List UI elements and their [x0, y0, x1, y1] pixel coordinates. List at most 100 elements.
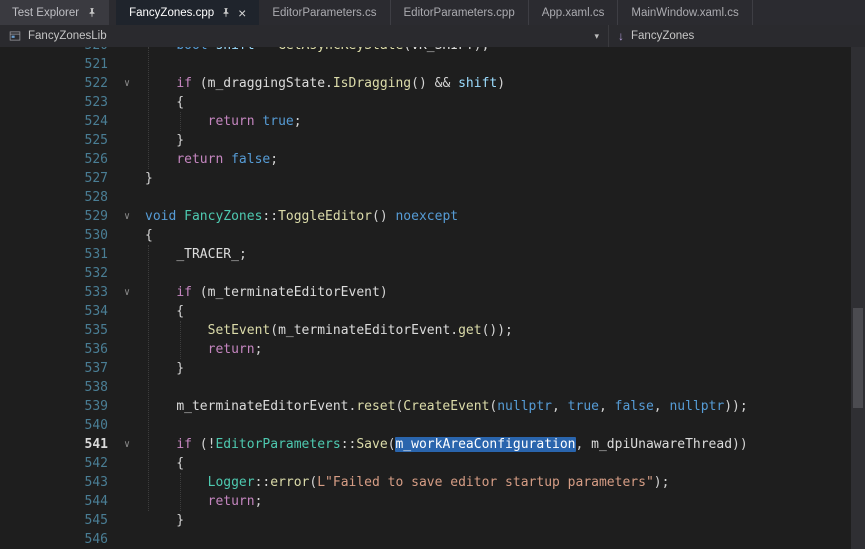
scrollbar-thumb[interactable]: [853, 308, 863, 408]
code-token: ,: [576, 437, 592, 452]
code-line[interactable]: return false;: [138, 150, 278, 169]
tab-editorparameters-cpp[interactable]: EditorParameters.cpp: [391, 0, 529, 25]
code-line[interactable]: bool shift = GetAsyncKeyState(VK_SHIFT);: [138, 47, 489, 55]
code-line[interactable]: {: [138, 302, 184, 321]
code-token: m_terminateEditorEvent: [176, 399, 348, 414]
line-number[interactable]: 535: [0, 321, 116, 340]
tab-mainwindow-xaml-cs[interactable]: MainWindow.xaml.cs: [618, 0, 752, 25]
code-line[interactable]: Logger::error(L"Failed to save editor st…: [138, 473, 669, 492]
code-token: (: [403, 47, 411, 53]
line-number[interactable]: 536: [0, 340, 116, 359]
code-line[interactable]: [138, 530, 145, 549]
code-line[interactable]: {: [138, 93, 184, 112]
vertical-scrollbar[interactable]: [851, 47, 865, 549]
code-line[interactable]: if (m_terminateEditorEvent): [138, 283, 388, 302]
line-number[interactable]: 526: [0, 150, 116, 169]
code-token: ,: [599, 399, 615, 414]
code-row: 525 }: [0, 131, 851, 150]
tab-test-explorer[interactable]: Test Explorer: [0, 0, 109, 25]
line-number[interactable]: 544: [0, 492, 116, 511]
fold-chevron-icon[interactable]: ∨: [116, 74, 138, 93]
tab-app-xaml-cs[interactable]: App.xaml.cs: [529, 0, 619, 25]
line-number[interactable]: 534: [0, 302, 116, 321]
fold-chevron-icon[interactable]: ∨: [116, 283, 138, 302]
close-icon[interactable]: ×: [238, 6, 246, 20]
code-line[interactable]: SetEvent(m_terminateEditorEvent.get());: [138, 321, 513, 340]
line-number[interactable]: 525: [0, 131, 116, 150]
code-token: shift: [458, 76, 497, 91]
line-number[interactable]: 538: [0, 378, 116, 397]
line-number[interactable]: 521: [0, 55, 116, 74]
code-token: [145, 47, 176, 53]
line-number[interactable]: 545: [0, 511, 116, 530]
line-number[interactable]: 537: [0, 359, 116, 378]
code-line[interactable]: }: [138, 131, 184, 150]
code-line[interactable]: return true;: [138, 112, 302, 131]
line-number[interactable]: 522: [0, 74, 116, 93]
line-number[interactable]: 546: [0, 530, 116, 549]
line-number[interactable]: 542: [0, 454, 116, 473]
tab-fancyzones-cpp[interactable]: FancyZones.cpp×: [116, 0, 259, 25]
code-row: 539 m_terminateEditorEvent.reset(CreateE…: [0, 397, 851, 416]
code-line[interactable]: if (!EditorParameters::Save(m_workAreaCo…: [138, 435, 748, 454]
code-line[interactable]: _TRACER_;: [138, 245, 247, 264]
scope-dropdown[interactable]: ↓ FancyZones: [608, 25, 865, 47]
line-number[interactable]: 531: [0, 245, 116, 264]
line-number[interactable]: 533: [0, 283, 116, 302]
fold-column: [116, 150, 138, 169]
code-line[interactable]: {: [138, 454, 184, 473]
code-line[interactable]: if (m_draggingState.IsDragging() && shif…: [138, 74, 505, 93]
code-row: 536 return;: [0, 340, 851, 359]
code-line[interactable]: {: [138, 226, 153, 245]
code-token: ::: [255, 475, 271, 490]
line-number[interactable]: 541: [0, 435, 116, 454]
code-row: 545 }: [0, 511, 851, 530]
code-line[interactable]: [138, 416, 145, 435]
code-line[interactable]: [138, 378, 145, 397]
code-line[interactable]: return;: [138, 340, 262, 359]
code-token: ;: [255, 342, 263, 357]
line-number[interactable]: 528: [0, 188, 116, 207]
code-token: [145, 494, 208, 509]
code-row: 523 {: [0, 93, 851, 112]
line-number[interactable]: 532: [0, 264, 116, 283]
project-icon: [9, 30, 21, 42]
code-line[interactable]: }: [138, 169, 153, 188]
line-number[interactable]: 524: [0, 112, 116, 131]
code-row: 544 return;: [0, 492, 851, 511]
tab-editorparameters-cs[interactable]: EditorParameters.cs: [259, 0, 390, 25]
code-line[interactable]: void FancyZones::ToggleEditor() noexcept: [138, 207, 458, 226]
line-number[interactable]: 527: [0, 169, 116, 188]
code-line[interactable]: [138, 188, 145, 207]
pin-icon[interactable]: [87, 7, 97, 18]
code-token: [145, 399, 176, 414]
code-line[interactable]: }: [138, 359, 184, 378]
fold-chevron-icon[interactable]: ∨: [116, 207, 138, 226]
code-lines[interactable]: 520 bool shift = GetAsyncKeyState(VK_SHI…: [0, 47, 851, 549]
fold-column: [116, 454, 138, 473]
line-number[interactable]: 540: [0, 416, 116, 435]
code-line[interactable]: [138, 264, 145, 283]
code-token: void: [145, 209, 176, 224]
line-number[interactable]: 539: [0, 397, 116, 416]
line-number[interactable]: 520: [0, 47, 116, 55]
line-number[interactable]: 523: [0, 93, 116, 112]
code-token: [145, 342, 208, 357]
code-token: .: [325, 76, 333, 91]
code-line[interactable]: return;: [138, 492, 262, 511]
code-row: 546: [0, 530, 851, 549]
fold-column: [116, 378, 138, 397]
code-line[interactable]: m_terminateEditorEvent.reset(CreateEvent…: [138, 397, 748, 416]
code-line[interactable]: [138, 55, 145, 74]
line-number[interactable]: 530: [0, 226, 116, 245]
line-number[interactable]: 543: [0, 473, 116, 492]
line-number[interactable]: 529: [0, 207, 116, 226]
project-dropdown[interactable]: FancyZonesLib ▾: [0, 25, 608, 47]
fold-chevron-icon[interactable]: ∨: [116, 435, 138, 454]
code-line[interactable]: }: [138, 511, 184, 530]
code-token: false: [231, 152, 270, 167]
pin-icon[interactable]: [221, 7, 231, 18]
code-editor[interactable]: 520 bool shift = GetAsyncKeyState(VK_SHI…: [0, 47, 865, 549]
code-token: [145, 323, 208, 338]
code-token: [145, 114, 208, 129]
